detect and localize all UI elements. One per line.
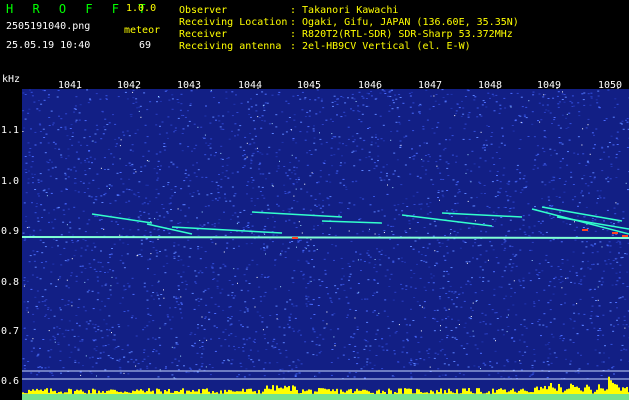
receiver-key: Receiver [179,29,228,40]
datetime-label: 25.05.19 10:40 [6,40,91,51]
hot-spot [582,229,588,231]
location-key: Receiving Location [179,17,288,28]
hot-spot [622,235,628,237]
location-value: : Ogaki, Gifu, JAPAN (136.60E, 35.35N) [290,17,519,28]
y-tick-label: 0.9 [1,226,19,237]
antenna-value: : 2el-HB9CV Vertical (el. E-W) [290,41,471,52]
y-tick-label: 1.0 [1,176,19,187]
meteor-label: meteor [124,25,161,36]
spectrogram-plot [22,89,629,400]
receiver-value: : R820T2(RTL-SDR) SDR-Sharp 53.372MHz [290,29,513,40]
observer-value: : Takanori Kawachi [290,5,399,16]
header-panel: H R O F F T 1.0.0 2505191040.png 25.05.1… [0,0,629,85]
y-tick-label: 1.1 [1,125,19,136]
filename-label: 2505191040.png [6,21,91,32]
y-tick-label: 0.6 [1,376,19,387]
observer-key: Observer [179,5,228,16]
antenna-key: Receiving antenna [179,41,282,52]
hot-spot [292,237,298,239]
meteor-count: 69 [139,40,152,51]
carrier-trace [22,236,629,239]
x-axis: 1041 1042 1043 1044 1045 1046 1047 1048 1049 1050 [58,80,622,90]
hot-spot [612,232,618,234]
version-label: 1.0.0 [126,3,157,14]
spectrogram-background [22,89,629,400]
y-tick-label: 0.7 [1,326,19,337]
y-axis: 1.1 1.0 0.9 0.8 0.7 0.6 [1,125,19,387]
y-tick-label: 0.8 [1,277,19,288]
